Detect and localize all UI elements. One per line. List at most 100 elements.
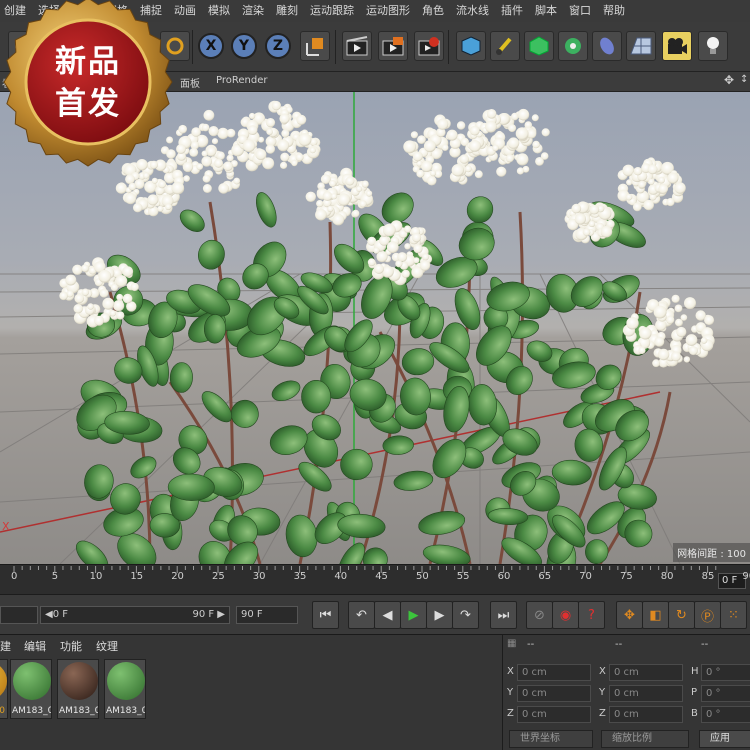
position-x-row: X0 cm bbox=[507, 664, 597, 682]
record-rotation-button[interactable]: ↻ bbox=[668, 601, 695, 629]
record-parameter-button[interactable]: Ⓟ bbox=[694, 601, 721, 629]
zoom-view-icon[interactable]: ↕ bbox=[740, 74, 748, 85]
viewport-menu-panel[interactable]: 面板 bbox=[180, 75, 200, 90]
rotation-p-row: P0 ° bbox=[691, 685, 750, 703]
material-menu-create[interactable]: 建 bbox=[0, 638, 11, 654]
position-y-field[interactable]: 0 cm bbox=[517, 685, 591, 702]
material-menu-edit[interactable]: 编辑 bbox=[24, 638, 46, 654]
deformer-icon[interactable] bbox=[592, 31, 622, 61]
menu-item[interactable]: 帮助 bbox=[599, 0, 633, 22]
size-y-field[interactable]: 0 cm bbox=[609, 685, 683, 702]
camera-icon[interactable] bbox=[662, 31, 692, 61]
min-frame-field[interactable] bbox=[0, 606, 38, 624]
material-swatch[interactable]: 0 bbox=[0, 659, 8, 719]
render-picture-viewer-icon[interactable] bbox=[378, 31, 408, 61]
material-menu-function[interactable]: 功能 bbox=[60, 638, 82, 654]
next-key-button[interactable]: ↷ bbox=[452, 601, 479, 629]
viewport-menu-prorender[interactable]: ProRender bbox=[216, 75, 267, 86]
material-preview-ball bbox=[107, 662, 145, 700]
record-scale-button[interactable]: ◧ bbox=[642, 601, 669, 629]
grid-spacing-label: 网格间距 : 100 bbox=[673, 543, 750, 562]
axis-label: B bbox=[691, 708, 698, 719]
rotation-h-row: H0 ° bbox=[691, 664, 750, 682]
go-to-start-button[interactable]: ⏮ bbox=[312, 601, 339, 629]
material-swatch[interactable]: AM183_0 bbox=[10, 659, 52, 719]
menu-item[interactable]: 插件 bbox=[497, 0, 531, 22]
size-z-field[interactable]: 0 cm bbox=[609, 706, 683, 723]
position-z-row: Z0 cm bbox=[507, 706, 597, 724]
material-menu-texture[interactable]: 纹理 bbox=[96, 638, 118, 654]
coordinate-manager: ▦ -- -- -- X0 cm Y0 cm Z0 cm X0 cm Y0 cm… bbox=[502, 634, 750, 750]
coordinate-system-icon[interactable] bbox=[300, 31, 330, 61]
position-x-field[interactable]: 0 cm bbox=[517, 664, 591, 681]
menu-item[interactable]: 雕刻 bbox=[272, 0, 306, 22]
menu-item[interactable]: 运动跟踪 bbox=[306, 0, 362, 22]
rotation-p-field[interactable]: 0 ° bbox=[701, 685, 750, 702]
material-name: AM183_0 bbox=[59, 706, 98, 716]
cube-object-icon[interactable] bbox=[456, 31, 486, 61]
material-name: AM183_0 bbox=[106, 706, 145, 716]
pen-spline-icon[interactable] bbox=[490, 31, 520, 61]
rotation-b-field[interactable]: 0 ° bbox=[701, 706, 750, 723]
cloner-icon[interactable] bbox=[558, 31, 588, 61]
menu-item[interactable]: 流水线 bbox=[452, 0, 497, 22]
menu-item[interactable]: 窗口 bbox=[565, 0, 599, 22]
rotation-header: -- bbox=[701, 639, 709, 650]
menu-item[interactable]: 模拟 bbox=[204, 0, 238, 22]
max-frame-field[interactable]: 90 F bbox=[236, 606, 298, 624]
axis-label: P bbox=[691, 687, 698, 698]
animation-toolbar: ◀0 F 90 F ▶ 90 F ⏮ ↶ ◀ ▶ ▶ ↷ ⏭ ⊘ ◉ ? ✥ ◧… bbox=[0, 594, 750, 634]
material-name: AM183_0 bbox=[12, 706, 51, 716]
badge-text-launch: 首发 bbox=[55, 86, 121, 122]
previous-key-button[interactable]: ↶ bbox=[348, 601, 375, 629]
material-menu-bar: 建 编辑 功能 纹理 bbox=[0, 635, 502, 655]
menu-item[interactable]: 运动图形 bbox=[362, 0, 418, 22]
light-icon[interactable] bbox=[698, 31, 728, 61]
menu-item[interactable]: 渲染 bbox=[238, 0, 272, 22]
autokeying-button[interactable]: ◉ bbox=[552, 601, 579, 629]
axis-label: X bbox=[599, 666, 606, 677]
material-manager: 建 编辑 功能 纹理 0 AM183_0 AM183_0 AM183_0 bbox=[0, 634, 502, 750]
menu-item[interactable]: 脚本 bbox=[531, 0, 565, 22]
material-preview-ball bbox=[60, 662, 98, 700]
axis-label: Y bbox=[599, 687, 606, 698]
move-view-icon[interactable]: ✥ bbox=[724, 73, 734, 87]
record-active-objects-button[interactable]: ⊘ bbox=[526, 601, 553, 629]
rotation-h-field[interactable]: 0 ° bbox=[701, 664, 750, 681]
axis-label: X bbox=[507, 666, 514, 677]
render-view-icon[interactable] bbox=[342, 31, 372, 61]
size-x-row: X0 cm bbox=[599, 664, 689, 682]
floor-scene-icon[interactable] bbox=[626, 31, 656, 61]
x-axis-lock-button[interactable]: X bbox=[198, 33, 224, 59]
apply-button[interactable]: 应用 bbox=[699, 730, 750, 748]
record-position-button[interactable]: ✥ bbox=[616, 601, 643, 629]
previous-frame-button[interactable]: ◀ bbox=[374, 601, 401, 629]
material-swatch[interactable]: AM183_0 bbox=[104, 659, 146, 719]
y-axis-lock-button[interactable]: Y bbox=[231, 33, 257, 59]
material-swatch[interactable]: AM183_0 bbox=[57, 659, 99, 719]
app-window: 创建选择工具网格捕捉动画模拟渲染雕刻运动跟踪运动图形角色流水线插件脚本窗口帮助 … bbox=[0, 0, 750, 750]
axis-label: Y bbox=[507, 687, 514, 698]
x-axis-label: X bbox=[2, 520, 10, 533]
record-point-level-button[interactable]: ⁙ bbox=[720, 601, 747, 629]
size-x-field[interactable]: 0 cm bbox=[609, 664, 683, 681]
size-header: -- bbox=[615, 639, 623, 650]
next-frame-button[interactable]: ▶ bbox=[426, 601, 453, 629]
scale-mode-dropdown[interactable]: 缩放比例 bbox=[601, 730, 689, 748]
play-button[interactable]: ▶ bbox=[400, 601, 427, 629]
material-name: 0 bbox=[0, 706, 5, 716]
position-y-row: Y0 cm bbox=[507, 685, 597, 703]
render-settings-icon[interactable] bbox=[414, 31, 444, 61]
timeline-tick-label: 90 bbox=[742, 571, 750, 582]
timeline-ruler[interactable]: 0 F 051015202530354045505560657075808590 bbox=[0, 564, 750, 594]
preview-range-slider[interactable]: ◀0 F 90 F ▶ bbox=[40, 606, 230, 624]
z-axis-lock-button[interactable]: Z bbox=[265, 33, 291, 59]
position-z-field[interactable]: 0 cm bbox=[517, 706, 591, 723]
keyframe-selection-button[interactable]: ? bbox=[578, 601, 605, 629]
menu-item[interactable]: 角色 bbox=[418, 0, 452, 22]
coordinate-space-dropdown[interactable]: 世界坐标 bbox=[509, 730, 593, 748]
axis-label: H bbox=[691, 666, 699, 677]
grip-icon: ▦ bbox=[507, 638, 517, 649]
subdivision-surface-icon[interactable] bbox=[524, 31, 554, 61]
go-to-end-button[interactable]: ⏭ bbox=[490, 601, 517, 629]
